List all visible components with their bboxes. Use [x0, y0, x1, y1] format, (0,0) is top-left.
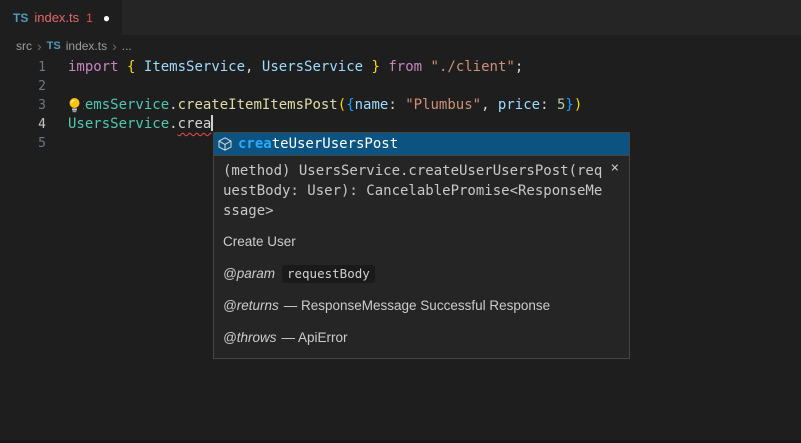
- tab-index-ts[interactable]: TS index.ts 1 ●: [0, 0, 122, 35]
- code-token: ): [574, 97, 582, 113]
- code-token: (: [338, 97, 346, 113]
- code-line[interactable]: 3 ItemsService.createItemItemsPost({name:…: [0, 96, 801, 115]
- code-token: .: [169, 116, 177, 132]
- line-number: 4: [0, 115, 46, 134]
- method-cube-icon: [217, 136, 233, 152]
- code-token: .: [169, 97, 177, 113]
- suggestion-match-text: crea: [238, 136, 272, 152]
- breadcrumb-item-symbol[interactable]: ...: [122, 39, 132, 53]
- chevron-right-icon: ›: [37, 40, 42, 52]
- code-line[interactable]: 1 import { ItemsService, UsersService } f…: [0, 58, 801, 77]
- doc-tag-text: — ResponseMessage Successful Response: [284, 298, 550, 313]
- breadcrumb-item-src[interactable]: src: [16, 39, 32, 53]
- doc-tag-text: — ApiError: [281, 330, 347, 345]
- code-token: [422, 59, 430, 75]
- doc-tags: @param requestBody@returns — ResponseMessa…: [223, 264, 619, 348]
- code-token: UsersService: [262, 59, 363, 75]
- code-token: ItemsService: [68, 97, 169, 113]
- vscode-editor-window: TS index.ts 1 ● src › TS index.ts › ... …: [0, 0, 801, 443]
- doc-tag-code-chip: requestBody: [282, 265, 375, 283]
- doc-tag-label: @throws: [223, 330, 276, 345]
- tab-filename: index.ts: [34, 10, 79, 25]
- suggestion-item-createUserUsersPost[interactable]: createUserUsersPost: [214, 133, 629, 155]
- code-token: name: [355, 97, 389, 113]
- code-token: UsersService: [68, 116, 169, 132]
- doc-tag: @throws — ApiError: [223, 328, 619, 348]
- chevron-right-icon: ›: [112, 40, 117, 52]
- tab-bar: TS index.ts 1 ●: [0, 0, 801, 35]
- line-number: 5: [0, 134, 46, 153]
- code-token: :: [540, 97, 557, 113]
- suggestion-docs-panel: × (method) UsersService.createUserUsersP…: [214, 155, 629, 358]
- code-text: import { ItemsService, UsersService } fr…: [68, 58, 523, 77]
- code-token: from: [388, 59, 422, 75]
- code-token: ItemsService: [144, 59, 245, 75]
- code-token: }: [565, 97, 573, 113]
- close-icon[interactable]: ×: [611, 161, 619, 175]
- code-token: price: [498, 97, 540, 113]
- doc-tag-label: @param: [223, 266, 275, 281]
- breadcrumb-item-file[interactable]: index.ts: [66, 39, 107, 53]
- code-token: "Plumbus": [405, 97, 481, 113]
- code-token: [119, 59, 127, 75]
- code-token: ,: [245, 59, 262, 75]
- unsaved-changes-icon[interactable]: ●: [103, 11, 110, 25]
- doc-description: Create User: [223, 232, 619, 252]
- typescript-file-icon: TS: [13, 11, 28, 25]
- code-text: ItemsService.createItemItemsPost({name: …: [68, 96, 582, 115]
- code-token: ;: [515, 59, 523, 75]
- problem-count-badge: 1: [86, 11, 93, 25]
- breadcrumb: src › TS index.ts › ...: [0, 35, 801, 56]
- doc-tag: @param requestBody: [223, 264, 619, 284]
- line-number: 2: [0, 77, 46, 96]
- code-token: :: [388, 97, 405, 113]
- code-token: }: [372, 59, 380, 75]
- method-signature: (method) UsersService.createUserUsersPos…: [223, 161, 603, 221]
- code-token: "./client": [431, 59, 515, 75]
- suggestion-label: createUserUsersPost: [238, 136, 398, 152]
- code-token: import: [68, 59, 119, 75]
- typescript-file-icon: TS: [47, 40, 61, 52]
- code-text: UsersService.crea: [68, 115, 213, 134]
- doc-tag: @returns — ResponseMessage Successful Res…: [223, 296, 619, 316]
- line-number: 3: [0, 96, 46, 115]
- code-token: {: [346, 97, 354, 113]
- code-token: [135, 59, 143, 75]
- line-number: 1: [0, 58, 46, 77]
- suggestion-rest-text: teUserUsersPost: [272, 136, 398, 152]
- code-token: [363, 59, 371, 75]
- code-token: createItemItemsPost: [178, 97, 338, 113]
- code-line[interactable]: 2: [0, 77, 801, 96]
- doc-tag-label: @returns: [223, 298, 279, 313]
- code-token: ,: [481, 97, 498, 113]
- suggest-widget: createUserUsersPost × (method) UsersServ…: [213, 132, 630, 359]
- code-token: crea: [178, 116, 212, 132]
- text-cursor: [211, 115, 213, 131]
- lightbulb-icon[interactable]: [67, 97, 83, 114]
